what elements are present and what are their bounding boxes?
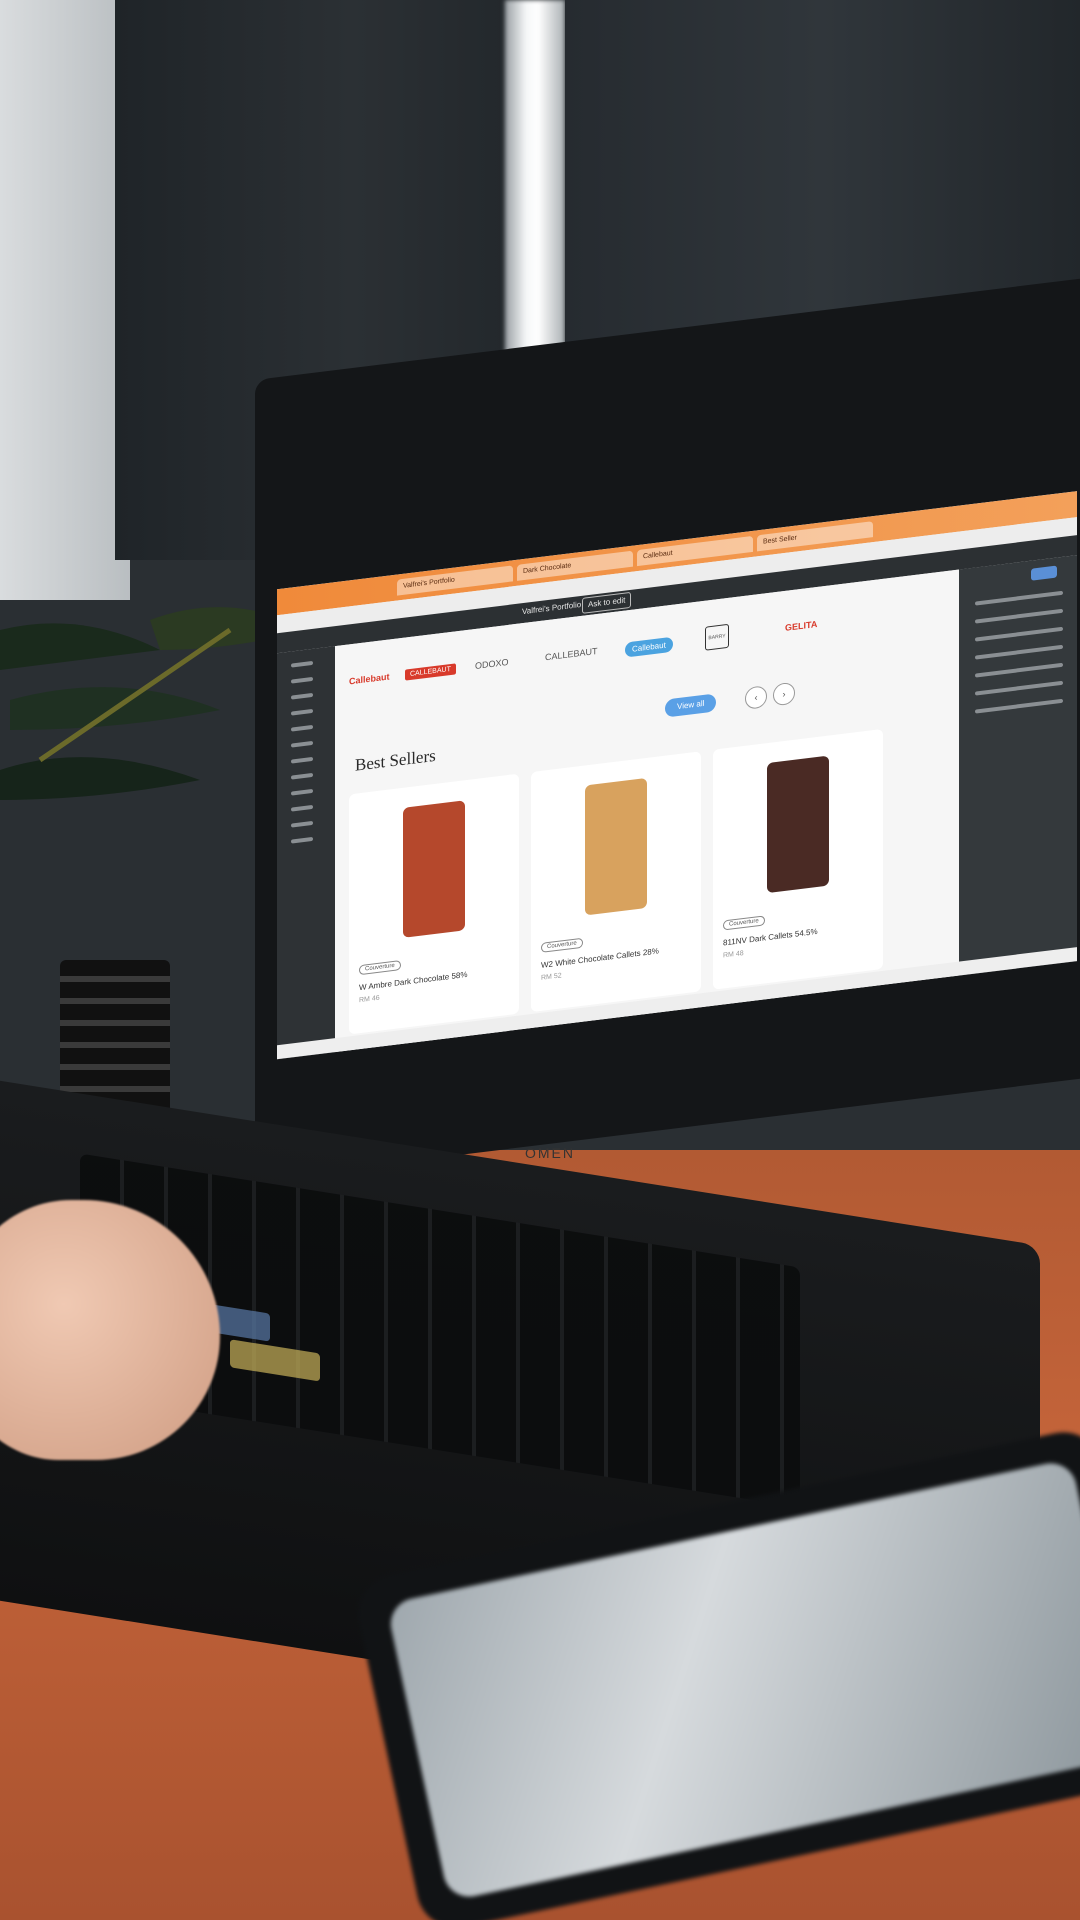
- product-image: [767, 755, 829, 894]
- laptop-logo: OMEN: [525, 1145, 575, 1161]
- layer-item[interactable]: [291, 724, 313, 732]
- properties-panel: [959, 555, 1077, 976]
- layer-item[interactable]: [291, 756, 313, 764]
- product-tag: Couverture: [723, 915, 765, 931]
- wall: [0, 0, 130, 600]
- layer-item[interactable]: [291, 804, 313, 812]
- property-row[interactable]: [975, 680, 1063, 696]
- layer-item[interactable]: [291, 740, 313, 748]
- product-price: RM 48: [723, 950, 744, 960]
- property-row[interactable]: [975, 698, 1063, 714]
- portfolio-title: Valfrei's Portfolio: [522, 599, 582, 617]
- brand-logo: ODOXO: [475, 656, 509, 671]
- product-price: RM 52: [541, 972, 562, 982]
- layer-item[interactable]: [291, 708, 313, 716]
- property-row[interactable]: [975, 626, 1063, 642]
- brand-logo: CALLEBAUT: [405, 663, 456, 681]
- share-button[interactable]: [1031, 565, 1057, 581]
- laptop-screen: Valfrei's Portfolio Dark Chocolate Calle…: [277, 491, 1077, 1060]
- chevron-right-icon[interactable]: ›: [773, 681, 795, 707]
- layers-panel: [277, 646, 335, 1060]
- brand-logo: CALLEBAUT: [545, 645, 598, 663]
- product-tag: Couverture: [541, 937, 583, 953]
- property-row[interactable]: [975, 662, 1063, 678]
- layer-item[interactable]: [291, 692, 313, 700]
- layer-item[interactable]: [291, 772, 313, 780]
- product-card[interactable]: Couverture W2 White Chocolate Callets 28…: [531, 751, 701, 1013]
- property-row[interactable]: [975, 644, 1063, 660]
- brand-logo: Callebaut: [349, 671, 390, 687]
- brand-logo: BARRY: [705, 623, 729, 651]
- product-price: RM 46: [359, 994, 380, 1005]
- layer-item[interactable]: [291, 836, 313, 844]
- brand-logo: Callebaut: [625, 636, 673, 658]
- view-all-button[interactable]: View all: [665, 693, 717, 718]
- property-row[interactable]: [975, 608, 1063, 624]
- product-image: [403, 800, 465, 938]
- layer-item[interactable]: [291, 660, 313, 668]
- product-card[interactable]: Couverture 811NV Dark Callets 54.5% RM 4…: [713, 728, 883, 990]
- property-row[interactable]: [975, 590, 1063, 606]
- brand-logo: GELITA: [785, 618, 818, 633]
- chevron-left-icon[interactable]: ‹: [745, 685, 767, 710]
- product-image: [585, 777, 647, 916]
- layer-item[interactable]: [291, 788, 313, 796]
- product-name: 811NV Dark Callets 54.5%: [723, 926, 818, 948]
- product-name: W Ambre Dark Chocolate 58%: [359, 969, 468, 993]
- photo-scene: Valfrei's Portfolio Dark Chocolate Calle…: [0, 0, 1080, 1920]
- layer-item[interactable]: [291, 820, 313, 828]
- product-card[interactable]: Couverture W Ambre Dark Chocolate 58% RM…: [349, 773, 519, 1035]
- product-tag: Couverture: [359, 960, 401, 976]
- layer-item[interactable]: [291, 676, 313, 684]
- laptop-lid: Valfrei's Portfolio Dark Chocolate Calle…: [255, 276, 1080, 1180]
- section-title: Best Sellers: [355, 745, 436, 775]
